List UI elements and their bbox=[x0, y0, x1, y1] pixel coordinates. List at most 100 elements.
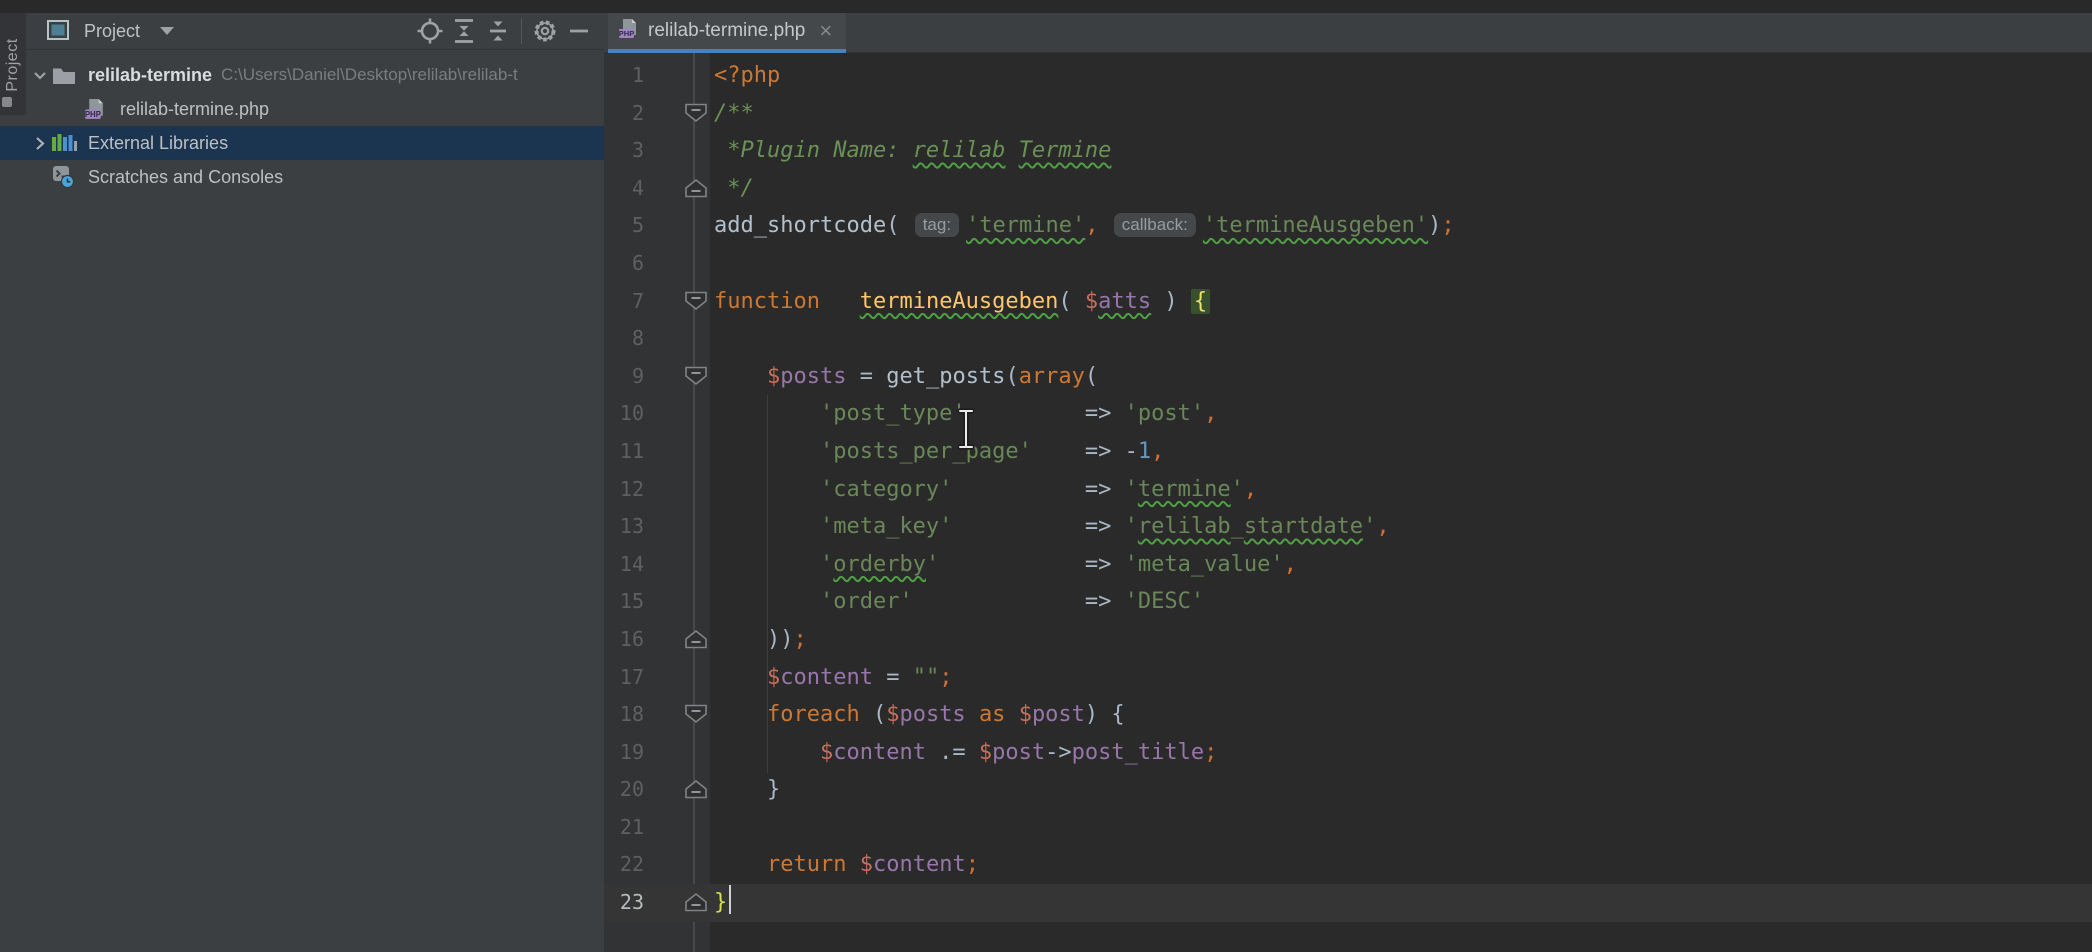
chevron-down-icon[interactable] bbox=[28, 66, 52, 84]
code-line-19[interactable]: 19 $content .= $post->post_title; bbox=[604, 734, 2092, 772]
code-area[interactable]: 1<?php2/**3 *Plugin Name: relilab Termin… bbox=[604, 53, 2092, 922]
chevron-right-icon[interactable] bbox=[28, 134, 52, 152]
line-number: 11 bbox=[604, 433, 644, 471]
line-number: 23 bbox=[604, 884, 644, 922]
code-token: content bbox=[833, 740, 926, 765]
fold-start-icon[interactable] bbox=[684, 366, 708, 392]
code-line-12[interactable]: 12 'category' => 'termine', bbox=[604, 471, 2092, 509]
code-line-16[interactable]: 16 )); bbox=[604, 621, 2092, 659]
project-tool-icon bbox=[42, 16, 76, 46]
fold-end-icon[interactable] bbox=[684, 178, 708, 204]
code-text: 'order' => 'DESC' bbox=[714, 583, 1204, 621]
code-editor[interactable]: 1<?php2/**3 *Plugin Name: relilab Termin… bbox=[604, 53, 2092, 952]
code-token bbox=[820, 289, 860, 314]
code-line-17[interactable]: 17 $content = ""; bbox=[604, 659, 2092, 697]
locate-icon[interactable] bbox=[413, 16, 447, 46]
fold-end-icon[interactable] bbox=[684, 779, 708, 805]
inlay-hint: callback: bbox=[1114, 213, 1196, 237]
code-line-14[interactable]: 14 'orderby' => 'meta_value', bbox=[604, 546, 2092, 584]
code-token: ( bbox=[1085, 364, 1098, 389]
code-line-5[interactable]: 5add_shortcode( tag:'termine', callback:… bbox=[604, 207, 2092, 245]
code-line-13[interactable]: 13 'meta_key' => 'relilab_startdate', bbox=[604, 508, 2092, 546]
code-line-6[interactable]: 6 bbox=[604, 245, 2092, 283]
panel-title[interactable]: Project bbox=[84, 21, 140, 42]
code-line-18[interactable]: 18 foreach ($posts as $post) { bbox=[604, 696, 2092, 734]
code-token: => bbox=[1085, 514, 1125, 539]
tab-relilab-termine-php[interactable]: PHP relilab-termine.php × bbox=[608, 13, 846, 53]
code-text: return $content; bbox=[714, 846, 979, 884]
code-line-1[interactable]: 1<?php bbox=[604, 57, 2092, 95]
code-token: , bbox=[1376, 514, 1389, 539]
code-token: ' bbox=[1125, 514, 1138, 539]
settings-gear-icon[interactable] bbox=[528, 16, 562, 46]
code-line-23[interactable]: 23} bbox=[604, 884, 2092, 922]
code-token: } bbox=[714, 890, 727, 915]
code-token: 1 bbox=[1138, 439, 1151, 464]
window-top-strip bbox=[0, 0, 2092, 13]
code-token: posts bbox=[899, 702, 965, 727]
tree-row-root[interactable]: relilab-termineC:\Users\Daniel\Desktop\r… bbox=[0, 58, 604, 92]
close-tab-icon[interactable]: × bbox=[819, 21, 832, 41]
code-token: $ bbox=[1085, 289, 1098, 314]
code-token: ) bbox=[1428, 213, 1441, 238]
code-line-20[interactable]: 20 } bbox=[604, 771, 2092, 809]
tree-row-file-relilab-termine-php[interactable]: PHPrelilab-termine.php bbox=[0, 92, 604, 126]
tab-label: relilab-termine.php bbox=[648, 20, 805, 42]
code-line-8[interactable]: 8 bbox=[604, 320, 2092, 358]
phpstorm-window: Project relilab-termineC:\Users\Daniel\ bbox=[0, 0, 2092, 952]
fold-start-icon[interactable] bbox=[684, 103, 708, 129]
code-token bbox=[1099, 213, 1112, 238]
code-line-11[interactable]: 11 'posts_per_page' => -1, bbox=[604, 433, 2092, 471]
line-number: 13 bbox=[604, 508, 644, 546]
code-token: ) { bbox=[1085, 702, 1125, 727]
code-token: array bbox=[1019, 364, 1085, 389]
code-line-22[interactable]: 22 return $content; bbox=[604, 846, 2092, 884]
code-token: termineAusgeben bbox=[860, 289, 1059, 314]
code-token: 'order' bbox=[820, 589, 913, 614]
fold-end-icon[interactable] bbox=[684, 629, 708, 655]
fold-start-icon[interactable] bbox=[684, 291, 708, 317]
line-number: 8 bbox=[604, 320, 644, 358]
project-tree: relilab-termineC:\Users\Daniel\Desktop\r… bbox=[0, 58, 604, 194]
code-line-2[interactable]: 2/** bbox=[604, 95, 2092, 133]
tree-row-external-libraries[interactable]: External Libraries bbox=[0, 126, 604, 160]
code-line-9[interactable]: 9 $posts = get_posts(array( bbox=[604, 358, 2092, 396]
code-token bbox=[714, 477, 820, 502]
fold-start-icon[interactable] bbox=[684, 704, 708, 730]
code-line-7[interactable]: 7function termineAusgeben( $atts ) { bbox=[604, 283, 2092, 321]
code-token: 'meta_key' bbox=[820, 514, 952, 539]
tree-row-scratches-and-consoles[interactable]: Scratches and Consoles bbox=[0, 160, 604, 194]
code-text: */ bbox=[714, 170, 754, 208]
line-number: 18 bbox=[604, 696, 644, 734]
code-line-4[interactable]: 4 */ bbox=[604, 170, 2092, 208]
code-line-10[interactable]: 10 'post_type' => 'post', bbox=[604, 395, 2092, 433]
code-token: )) bbox=[767, 627, 794, 652]
code-token: ( bbox=[860, 702, 887, 727]
line-number: 22 bbox=[604, 846, 644, 884]
code-token: => bbox=[1085, 439, 1125, 464]
code-text: 'category' => 'termine', bbox=[714, 471, 1257, 509]
code-token bbox=[714, 665, 767, 690]
code-token: , bbox=[1085, 213, 1098, 238]
code-token: ; bbox=[1204, 740, 1217, 765]
code-token: , bbox=[1284, 552, 1297, 577]
code-line-3[interactable]: 3 *Plugin Name: relilab Termine bbox=[604, 132, 2092, 170]
line-number: 12 bbox=[604, 471, 644, 509]
stripe-button-project[interactable]: Project bbox=[0, 13, 26, 115]
code-line-15[interactable]: 15 'order' => 'DESC' bbox=[604, 583, 2092, 621]
fold-end-icon[interactable] bbox=[684, 892, 708, 918]
chevron-down-icon[interactable] bbox=[150, 16, 184, 46]
hide-panel-icon[interactable] bbox=[562, 16, 596, 46]
code-line-21[interactable]: 21 bbox=[604, 809, 2092, 847]
code-token: 'post_type' bbox=[820, 401, 966, 426]
code-token: => bbox=[1085, 589, 1125, 614]
expand-all-icon[interactable] bbox=[447, 16, 481, 46]
code-token bbox=[1032, 439, 1085, 464]
code-token: relilab bbox=[913, 138, 1006, 163]
line-number: 9 bbox=[604, 358, 644, 396]
collapse-all-icon[interactable] bbox=[481, 16, 515, 46]
code-token bbox=[714, 401, 820, 426]
code-token: ; bbox=[1441, 213, 1454, 238]
code-token bbox=[1005, 702, 1018, 727]
scratches-icon bbox=[52, 165, 82, 189]
